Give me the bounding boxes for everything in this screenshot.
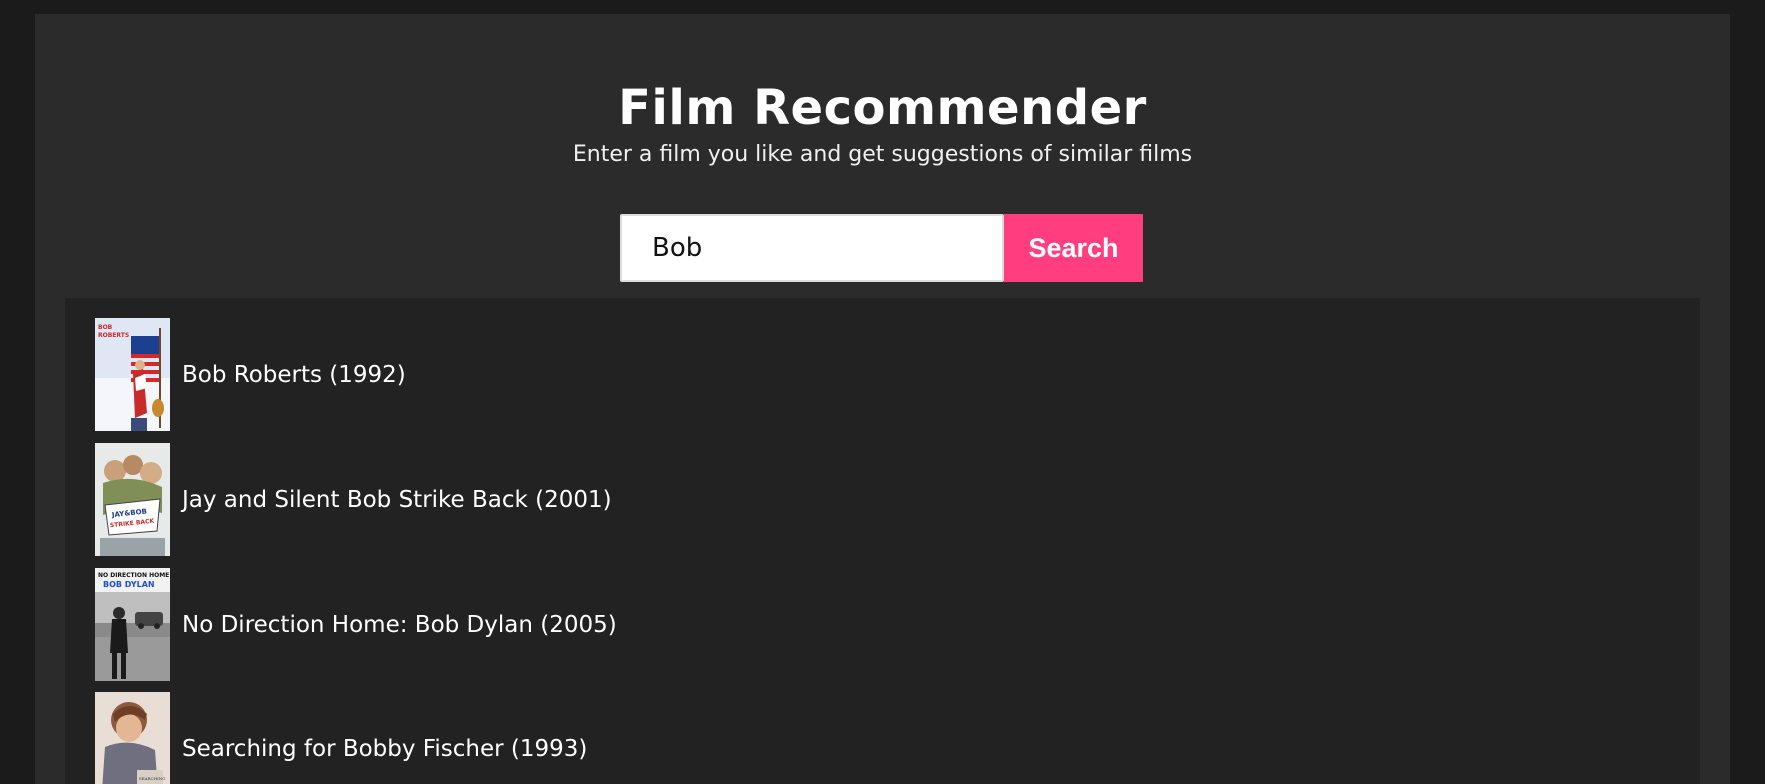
app-container: Film Recommender Enter a film you like a… — [35, 14, 1730, 784]
jay-and-silent-bob-poster: JAY&BOB STRIKE BACK — [95, 443, 170, 556]
svg-text:BOB: BOB — [98, 324, 113, 331]
bob-roberts-poster: BOB ROBERTS — [95, 318, 170, 431]
search-button[interactable]: Search — [1004, 214, 1143, 282]
search-bar: Search — [620, 214, 1143, 282]
page-subtitle: Enter a film you like and get suggestion… — [572, 142, 1193, 167]
result-title: Jay and Silent Bob Strike Back (2001) — [182, 486, 612, 513]
result-title: No Direction Home: Bob Dylan (2005) — [182, 611, 617, 638]
no-direction-home-poster: NO DIRECTION HOME BOB DYLAN — [95, 568, 170, 681]
svg-text:ROBERTS: ROBERTS — [98, 332, 129, 339]
result-item[interactable]: BOB ROBERTS Bob Roberts (1992) — [95, 318, 406, 431]
search-input[interactable] — [620, 214, 1004, 282]
result-title: Searching for Bobby Fischer (1993) — [182, 735, 588, 762]
searching-for-bobby-fischer-poster: SEARCHING BOBBY — [95, 692, 170, 784]
svg-text:BOB DYLAN: BOB DYLAN — [103, 580, 155, 589]
svg-text:NO DIRECTION HOME: NO DIRECTION HOME — [98, 572, 169, 579]
page-title: Film Recommender — [618, 80, 1147, 136]
result-item[interactable]: NO DIRECTION HOME BOB DYLAN No Direction… — [95, 568, 617, 681]
result-title: Bob Roberts (1992) — [182, 361, 406, 388]
result-item[interactable]: JAY&BOB STRIKE BACK Jay and Silent Bob S… — [95, 443, 612, 556]
results-list: BOB ROBERTS Bob Roberts (1992) JAY&BOB S… — [65, 298, 1700, 784]
svg-text:SEARCHING: SEARCHING — [139, 776, 165, 781]
result-item[interactable]: SEARCHING BOBBY Searching for Bobby Fisc… — [95, 692, 587, 784]
